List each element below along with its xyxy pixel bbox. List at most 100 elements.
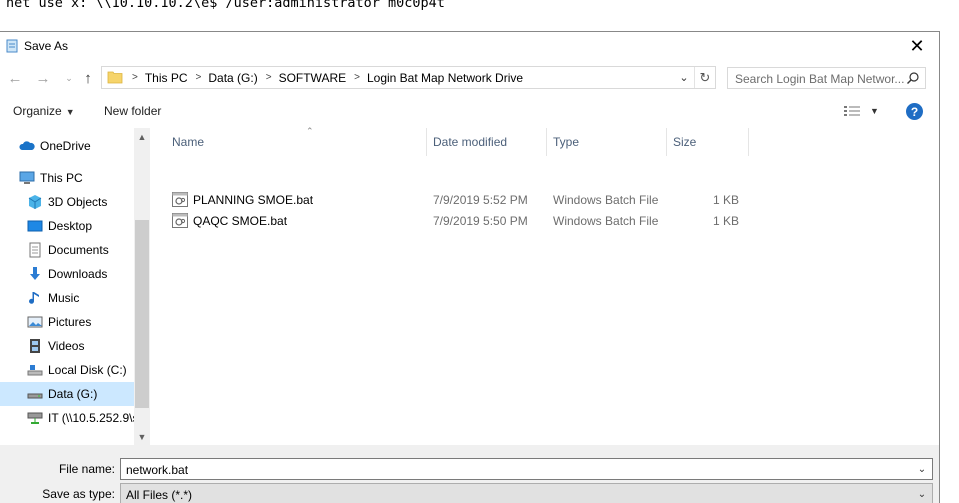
desktop-icon — [27, 220, 43, 232]
breadcrumb-data-drive[interactable]: Data (G:) — [208, 71, 257, 85]
column-header-date[interactable]: Date modified — [427, 128, 545, 156]
file-size: 1 KB — [712, 214, 739, 228]
file-name: PLANNING SMOE.bat — [193, 193, 314, 207]
nav-item-videos[interactable]: Videos — [0, 334, 134, 358]
file-type: Windows Batch File — [553, 193, 659, 207]
cloud-icon — [19, 141, 35, 150]
chevron-down-icon: ▼ — [137, 431, 147, 442]
batch-file-icon — [172, 192, 188, 207]
save-as-type-select[interactable]: All Files (*.*) ⌄ — [120, 483, 933, 503]
file-name-input[interactable]: network.bat ⌄ — [120, 458, 933, 480]
download-icon — [30, 267, 40, 280]
chevron-right-icon[interactable]: > — [132, 72, 138, 83]
file-list[interactable]: Name ⌃ Date modified Type Size PLANNING … — [150, 126, 939, 445]
column-divider[interactable] — [748, 128, 749, 156]
up-button[interactable]: ↑ — [79, 69, 97, 87]
nav-scrollbar[interactable]: ▲ ▼ — [134, 128, 150, 445]
search-icon — [907, 72, 919, 84]
organize-label: Organize — [13, 104, 62, 118]
arrow-up-icon: ↑ — [84, 69, 92, 87]
chevron-right-icon[interactable]: > — [196, 72, 202, 83]
nav-item-downloads[interactable]: Downloads — [0, 262, 134, 286]
sort-ascending-icon: ⌃ — [306, 126, 314, 136]
file-name-label: File name: — [58, 462, 115, 476]
navigation-pane[interactable]: OneDrive This PC 3D Objects Desktop Docu… — [0, 128, 150, 445]
chevron-right-icon[interactable]: > — [266, 72, 272, 83]
help-icon: ? — [910, 104, 919, 119]
chevron-right-icon[interactable]: > — [354, 72, 360, 83]
details-view-icon — [844, 106, 860, 116]
file-type: Windows Batch File — [553, 214, 659, 228]
nav-item-music[interactable]: Music — [0, 286, 134, 310]
nav-item-documents[interactable]: Documents — [0, 238, 134, 262]
document-icon — [29, 242, 41, 258]
file-size: 1 KB — [712, 193, 739, 207]
chevron-up-icon: ▲ — [137, 131, 147, 142]
breadcrumb-this-pc[interactable]: This PC — [145, 71, 188, 85]
refresh-icon: ↻ — [699, 69, 711, 85]
forward-button[interactable]: → — [34, 69, 52, 87]
save-as-type-value: All Files (*.*) — [126, 488, 193, 502]
file-row[interactable]: PLANNING SMOE.bat 7/9/2019 5:52 PM Windo… — [170, 189, 750, 210]
nav-item-onedrive[interactable]: OneDrive — [0, 134, 134, 158]
title-bar: Save As ✕ — [0, 32, 939, 61]
close-icon: ✕ — [909, 36, 925, 56]
computer-icon — [19, 171, 35, 184]
drive-icon — [27, 365, 43, 376]
command-toolbar: Organize ▼ New folder ▼ — [0, 96, 939, 126]
nav-item-this-pc[interactable]: This PC — [0, 166, 134, 190]
music-note-icon — [29, 292, 39, 304]
save-options-area: File name: network.bat ⌄ Save as type: A… — [0, 445, 939, 503]
file-name: QAQC SMOE.bat — [193, 214, 288, 228]
scroll-thumb[interactable] — [135, 220, 149, 408]
close-button[interactable]: ✕ — [895, 32, 939, 61]
folder-icon — [107, 71, 123, 84]
chevron-down-icon[interactable]: ⌄ — [915, 487, 929, 501]
nav-item-local-disk[interactable]: Local Disk (C:) — [0, 358, 134, 382]
new-folder-label: New folder — [104, 104, 162, 118]
file-date: 7/9/2019 5:50 PM — [433, 214, 528, 228]
address-dropdown-button[interactable]: ⌄ — [674, 67, 694, 88]
file-name-value: network.bat — [126, 463, 189, 477]
file-row[interactable]: QAQC SMOE.bat 7/9/2019 5:50 PM Windows B… — [170, 210, 750, 231]
film-icon — [30, 339, 40, 353]
column-header-type[interactable]: Type — [547, 128, 665, 156]
network-drive-icon — [27, 412, 43, 424]
batch-file-icon — [172, 213, 188, 228]
breadcrumb-software[interactable]: SOFTWARE — [279, 71, 347, 85]
arrow-right-icon: → — [35, 69, 51, 87]
background-editor: net use x: \\10.10.10.2\e$ /user:adminis… — [0, 0, 959, 32]
recent-locations-button[interactable]: ⌄ — [60, 69, 78, 87]
column-header-name[interactable]: Name ⌃ — [166, 126, 426, 156]
nav-item-3d-objects[interactable]: 3D Objects — [0, 190, 134, 214]
save-as-dialog: Save As ✕ ← → ⌄ ↑ > This PC > Data (G:) … — [0, 31, 940, 503]
nav-item-it-network-drive[interactable]: IT (\\10.5.252.9\s — [0, 406, 134, 430]
breadcrumb-current-folder[interactable]: Login Bat Map Network Drive — [367, 71, 523, 85]
address-bar[interactable]: > This PC > Data (G:) > SOFTWARE > Login… — [101, 66, 716, 89]
caret-down-icon: ▼ — [65, 107, 75, 117]
change-view-button[interactable]: ▼ — [844, 103, 884, 119]
refresh-button[interactable]: ↻ — [694, 67, 715, 88]
save-as-type-label: Save as type: — [42, 487, 115, 501]
search-input[interactable]: Search Login Bat Map Networ... — [727, 67, 926, 89]
help-button[interactable]: ? — [906, 103, 923, 120]
search-placeholder: Search Login Bat Map Networ... — [735, 72, 905, 86]
new-folder-button[interactable]: New folder — [104, 104, 161, 118]
nav-item-desktop[interactable]: Desktop — [0, 214, 134, 238]
picture-icon — [27, 316, 43, 328]
chevron-down-icon[interactable]: ⌄ — [915, 462, 929, 476]
nav-item-data-drive[interactable]: Data (G:) — [0, 382, 134, 406]
scroll-down-button[interactable]: ▼ — [134, 428, 150, 445]
organize-button[interactable]: Organize ▼ — [13, 104, 75, 118]
command-line-text: net use x: \\10.10.10.2\e$ /user:adminis… — [6, 0, 445, 11]
arrow-left-icon: ← — [7, 69, 23, 87]
drive-icon — [27, 393, 43, 399]
notepad-icon — [6, 39, 18, 53]
nav-item-pictures[interactable]: Pictures — [0, 310, 134, 334]
back-button[interactable]: ← — [6, 69, 24, 87]
chevron-down-icon: ⌄ — [679, 72, 689, 84]
dialog-title: Save As — [24, 39, 69, 53]
scroll-up-button[interactable]: ▲ — [134, 128, 150, 145]
column-header-size[interactable]: Size — [667, 128, 747, 156]
chevron-down-icon: ⌄ — [65, 72, 73, 83]
